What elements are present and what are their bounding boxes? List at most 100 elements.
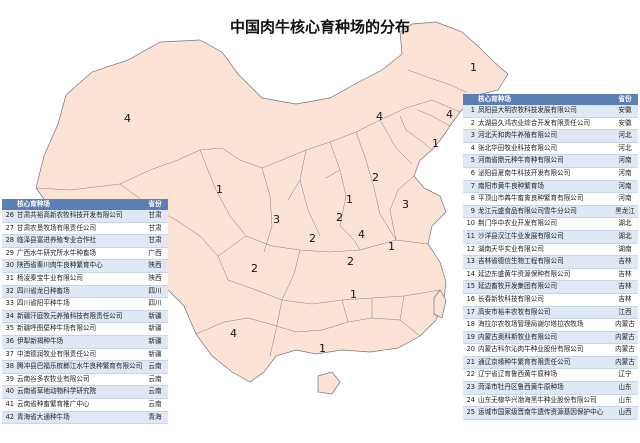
table-row: 13 吉林省德信生物工程有限公司 吉林: [463, 256, 638, 269]
farm-name: 甘肃农垦牧场有限责任公司: [17, 223, 97, 232]
row-number: 29: [5, 248, 14, 257]
header-prov: 省份: [148, 200, 162, 208]
table-row: 41 云南省种畜繁育推广中心 云南: [2, 398, 168, 412]
count-hebei: 2: [372, 171, 379, 184]
table-row: 27 甘肃农垦牧场有限责任公司 甘肃: [2, 222, 168, 236]
province: 甘肃: [148, 211, 162, 219]
province: 吉林: [618, 294, 632, 303]
table-row: 19 内蒙古奥科斯牧业有限公司 内蒙古: [463, 331, 638, 345]
row-number: 10: [466, 219, 475, 228]
farm-name: 平顶山市羴牛畜禽良种繁育有限公司: [478, 194, 584, 203]
table-row: 16 长春新牧科技有限公司 吉林: [463, 293, 638, 307]
row-number: 31: [5, 273, 14, 282]
count-yunnan: 4: [230, 327, 237, 340]
row-number: 11: [466, 231, 475, 240]
table-row: 38 腾冲县巴福乐槟榔江水牛良种繁育有限公司 云南: [2, 361, 168, 374]
table-row: 18 海拉尔农牧场管理局谢尔塔拉农牧场 内蒙古: [463, 319, 638, 332]
row-number: 22: [466, 370, 475, 379]
farm-name: 荆门华中农业开发有限公司: [478, 219, 558, 228]
row-number: 3: [470, 131, 475, 140]
row-number: 16: [466, 294, 475, 303]
count-qinghai: 2: [309, 232, 316, 245]
row-number: 24: [466, 395, 475, 404]
farm-name: 杨凌秦宝牛业有限公司: [17, 273, 83, 282]
row-number: 32: [5, 286, 14, 295]
table-row: 33 四川省阳平种牛场 四川: [2, 298, 168, 311]
count-anhui: 1: [388, 240, 395, 253]
count-shaanxi: 1: [346, 193, 353, 206]
page-title: 中国肉牛核心育种场的分布: [229, 18, 410, 36]
table-row: 9 龙江元盛食品有限公司雪牛分公司 黑龙江: [463, 205, 638, 219]
count-sichuan: 2: [251, 262, 258, 275]
province: 内蒙古: [615, 345, 635, 354]
province: 辽宁: [618, 370, 632, 379]
count-hubei: 2: [347, 255, 354, 268]
row-number: 1: [470, 106, 475, 114]
table-row: 17 高安市裕丰农牧有限公司 江西: [463, 306, 638, 320]
farm-name: 通辽京缘种牛繁育有限责任公司: [478, 357, 571, 366]
province: 新疆: [148, 349, 162, 358]
province: 陕西: [148, 261, 162, 270]
farm-name: 内蒙古科尔沁肉牛种业股份有限公司: [478, 345, 584, 354]
table-row: 12 湖南天华实业有限公司 湖南: [463, 243, 638, 257]
row-number: 30: [5, 261, 14, 270]
table-row: 34 新疆汗庭牧元养殖科技有限责任公司 新疆: [2, 310, 168, 324]
province: 内蒙古: [615, 357, 635, 366]
farm-name: 高安市裕丰农牧有限公司: [478, 307, 551, 316]
table-row: 42 青海省大通种牛场 青海: [2, 411, 168, 425]
table-row: 31 杨凌秦宝牛业有限公司 陕西: [2, 272, 168, 286]
table-row: 32 四川省龙日种畜场 四川: [2, 285, 168, 299]
farm-name: 河北天和肉牛养殖有限公司: [478, 131, 558, 140]
table-row: 8 平顶山市羴牛畜禽良种繁育有限公司 河南: [463, 193, 638, 206]
count-liaoning: 1: [432, 137, 439, 150]
table-row: 21 通辽京缘种牛繁育有限责任公司 内蒙古: [463, 356, 638, 370]
table-row: 39 云南谷多农牧业有限公司 云南: [2, 373, 168, 387]
farm-name: 四川省阳平种牛场: [17, 299, 70, 308]
table-row: 11 沙洋县汉江牛业发展有限公司 湖北: [463, 230, 638, 244]
farm-name: 甘肃共裕高新农牧科技开发有限公司: [17, 211, 123, 219]
province: 甘肃: [148, 223, 162, 232]
row-number: 7: [470, 181, 475, 190]
farm-name: 云南省种畜繁育推广中心: [17, 399, 90, 408]
row-number: 23: [466, 383, 475, 392]
farm-name: 海拉尔农牧场管理局谢尔塔拉农牧场: [478, 320, 584, 329]
table-row: 1 凤阳县大明农牧科技发展有限公司 安徽: [463, 105, 638, 118]
farm-name: 湖南天华实业有限公司: [478, 244, 544, 253]
province: 青海: [148, 412, 162, 421]
table-row: 5 河南省鼎元种牛育种有限公司 河南: [463, 155, 638, 168]
province: 河南: [618, 181, 632, 190]
province: 河南: [618, 168, 632, 177]
province: 河北: [618, 131, 632, 140]
table-row: 24 山东无棣华兴渤海黑牛种业股份有限公司 山东: [463, 394, 638, 408]
table-row: 26 甘肃共裕高新农牧科技开发有限公司 甘肃: [2, 210, 168, 223]
table-row: 37 中澳德润牧业有限责任公司 新疆: [2, 348, 168, 362]
farm-name: 吉林省德信生物工程有限公司: [478, 257, 564, 266]
count-hunan: 1: [350, 288, 357, 301]
province: 内蒙古: [615, 332, 635, 341]
row-number: 8: [470, 194, 475, 203]
table-row: 25 运城市国家级晋南牛遗传资源基因保护中心 山西: [463, 407, 638, 420]
row-number: 36: [5, 336, 14, 345]
table-row: 40 云南省草地动物科学研究院 云南: [2, 386, 168, 399]
table-row: 28 临泽县富进养殖专业合作社 甘肃: [2, 235, 168, 248]
province: 吉林: [618, 269, 632, 278]
province: 广西: [148, 248, 162, 257]
farm-name: 河南省鼎元种牛育种有限公司: [478, 156, 564, 165]
count-jilin: 4: [446, 108, 453, 121]
row-number: 20: [466, 345, 475, 354]
farm-name: 泌阳县夏南牛科技开发有限公司: [478, 168, 571, 177]
province: 河南: [618, 156, 632, 165]
row-number: 34: [5, 311, 14, 320]
province: 湖北: [618, 219, 632, 228]
province: 内蒙古: [615, 320, 635, 329]
farm-name: 龙江元盛食品有限公司雪牛分公司: [478, 206, 577, 215]
farm-name: 伊犁新褐种牛场: [17, 336, 64, 345]
count-gansu: 1: [216, 183, 223, 196]
row-number: 17: [466, 307, 475, 316]
row-number: 38: [5, 362, 14, 371]
table-row: 6 泌阳县夏南牛科技开发有限公司 河南: [463, 167, 638, 181]
province: 甘肃: [148, 236, 162, 245]
province: 云南: [148, 387, 162, 396]
count-guangxi: 1: [319, 342, 326, 355]
province: 湖北: [618, 231, 632, 240]
